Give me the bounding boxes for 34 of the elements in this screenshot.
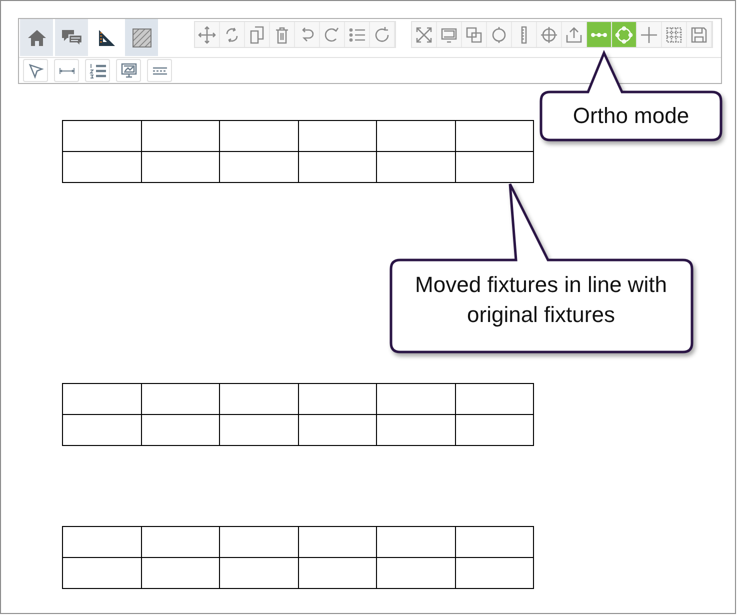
connected-points-icon [590,32,608,36]
hatch-icon [132,28,152,48]
callout-text: Moved fixtures in line with original fixtures [414,271,668,329]
copy-icon [248,26,266,44]
expand-icon [415,26,433,44]
toolbar-button[interactable] [85,59,110,82]
overlapping-squares-icon [465,26,483,44]
callout-text: Ortho mode [572,102,690,130]
toolbar-button[interactable] [587,22,612,47]
save-icon [690,26,708,44]
grid-icon [665,26,683,44]
dimension-icon [58,66,74,74]
numbered-list-icon [88,62,106,80]
toolbar-button[interactable] [195,22,220,47]
move-icon [198,26,216,44]
trash-icon [273,26,291,44]
crosshair-icon [540,26,558,44]
circle-icon [490,26,508,44]
chat-icon [60,28,82,48]
toolbar-button[interactable] [54,59,79,82]
list-icon [348,26,366,44]
toolbar-button[interactable] [116,59,141,82]
plus-icon [640,26,658,44]
monitor-chart-icon [120,62,138,80]
redo-icon [323,26,341,44]
cursor-icon [26,62,44,80]
monitor-icon [440,26,458,44]
toolbar-button[interactable] [147,59,172,82]
home-icon [26,28,46,48]
toolbar-button[interactable] [23,59,48,82]
toolbar-button[interactable] [612,22,637,47]
upload-icon [565,26,583,44]
refresh-icon [373,26,391,44]
circle-nodes-icon [615,26,633,44]
